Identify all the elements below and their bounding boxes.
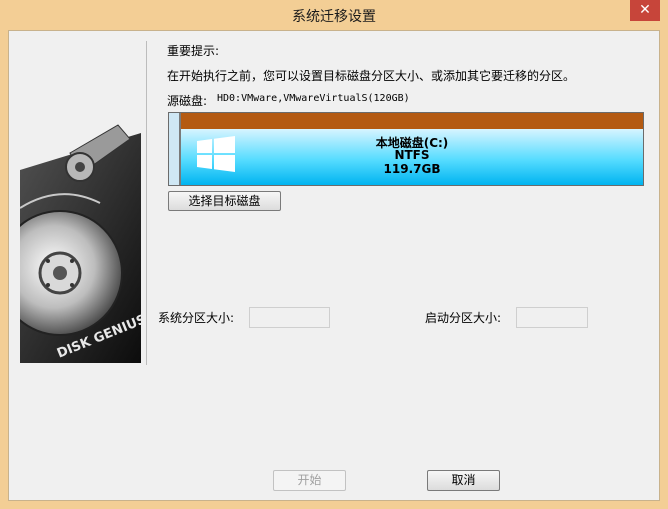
partition-filesystem: NTFS [394,148,430,162]
notice-text: 在开始执行之前，您可以设置目标磁盘分区大小、或添加其它要迁移的分区。 [167,69,576,83]
start-button[interactable]: 开始 [273,470,346,491]
vertical-divider [146,41,147,365]
disk-map[interactable]: 本地磁盘(C:) NTFS 119.7GB [168,112,644,186]
source-disk-value: HD0:VMware,VMwareVirtualS(120GB) [217,93,410,104]
title-bar: 系统迁移设置 ✕ [0,0,668,30]
unallocated-segment [169,113,181,185]
window-title: 系统迁移设置 [292,9,376,25]
partition-size: 119.7GB [383,162,441,176]
disk-header-strip [181,113,643,129]
migration-settings-window: 系统迁移设置 ✕ DISK GENIUS 重要提示: 在开始执行之前，您可以设置… [0,0,668,509]
system-partition-size-field[interactable] [249,307,330,328]
disk-genius-art: DISK GENIUS [20,43,141,363]
hard-drive-illustration: DISK GENIUS [20,43,141,363]
boot-partition-size-label: 启动分区大小: [425,311,502,325]
dialog-client-area: DISK GENIUS 重要提示: 在开始执行之前，您可以设置目标磁盘分区大小、… [8,30,660,501]
cancel-button[interactable]: 取消 [427,470,500,491]
boot-partition-size-field[interactable] [516,307,588,328]
partition-c[interactable]: 本地磁盘(C:) NTFS 119.7GB [181,129,643,185]
system-partition-size-label: 系统分区大小: [158,311,235,325]
source-disk-label: 源磁盘: [167,94,208,108]
select-target-disk-button[interactable]: 选择目标磁盘 [168,191,281,211]
notice-heading: 重要提示: [167,44,220,58]
close-button[interactable]: ✕ [630,0,660,21]
